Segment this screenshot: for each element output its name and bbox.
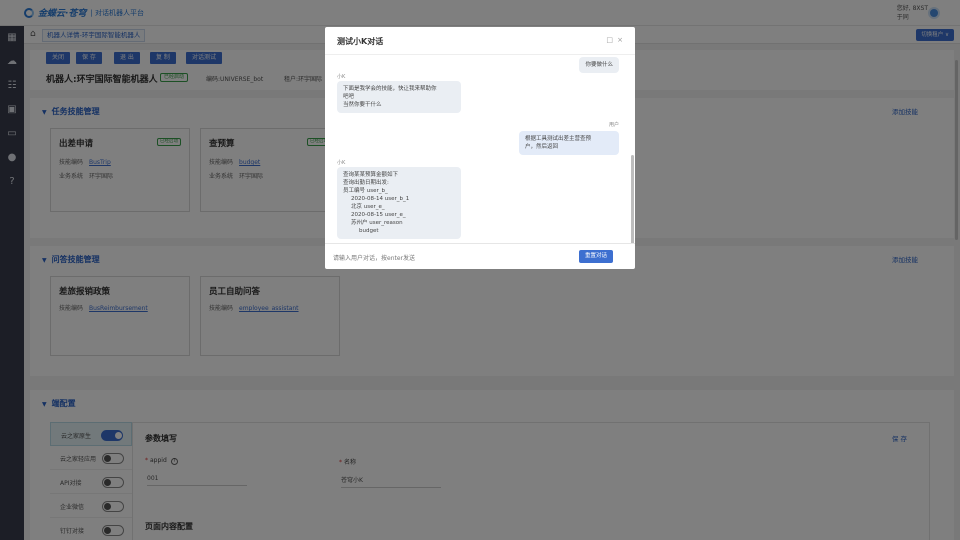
user-name: 用户 bbox=[608, 122, 619, 128]
chat-bubble: 下面是我学会的技能，快让我来帮助你 吧吧 当然你要干什么 bbox=[337, 81, 461, 113]
chat-scrollbar[interactable] bbox=[631, 155, 634, 243]
reset-dialog-button[interactable]: 重置对话 bbox=[578, 250, 613, 263]
test-chat-modal: 测试小K对话 □ × 你要做什么 小K 下面是我学会的技能，快让我来帮助你 吧吧… bbox=[325, 27, 635, 269]
chat-bubble: 你要做什么 bbox=[579, 57, 619, 73]
modal-title: 测试小K对话 bbox=[337, 37, 384, 46]
chat-bubble: 查询某某预算金额如下 查询出勤日期出发: 员工编号 user_b_ 2020-0… bbox=[337, 167, 461, 239]
modal-header: 测试小K对话 □ × bbox=[325, 27, 635, 55]
close-icon[interactable]: × bbox=[617, 36, 623, 44]
bot-name: 小K bbox=[337, 74, 346, 80]
chat-input[interactable]: 请输入用户对话，按enter发送 bbox=[333, 253, 415, 262]
modal-footer: 请输入用户对话，按enter发送 重置对话 bbox=[325, 243, 635, 269]
chat-area[interactable]: 你要做什么 小K 下面是我学会的技能，快让我来帮助你 吧吧 当然你要干什么 用户… bbox=[325, 55, 635, 243]
chat-bubble: 根据工具测试出差主营查预 户，然后返回 bbox=[519, 131, 619, 155]
maximize-icon[interactable]: □ bbox=[606, 36, 613, 44]
bot-name: 小K bbox=[337, 160, 346, 166]
